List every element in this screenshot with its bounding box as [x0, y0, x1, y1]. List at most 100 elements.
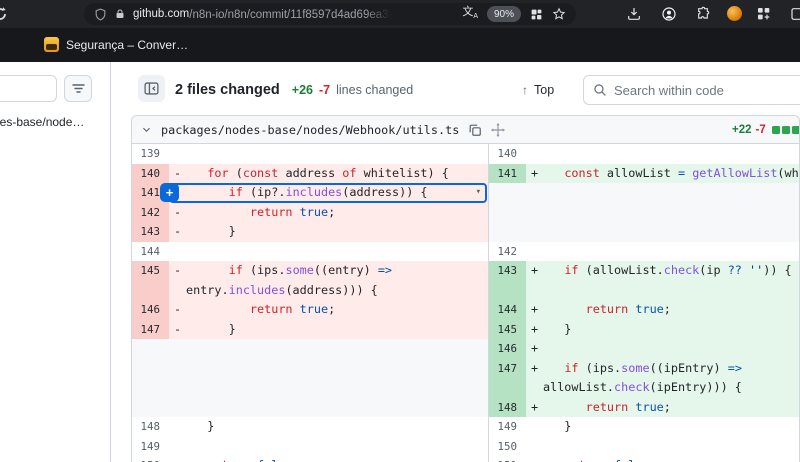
- zoom-level-badge[interactable]: 90%: [487, 6, 521, 22]
- translate-icon[interactable]: 文A: [462, 7, 478, 20]
- extension-logo-icon[interactable]: [727, 6, 742, 21]
- line-number[interactable]: 147: [489, 359, 526, 398]
- code-line[interactable]: [186, 242, 488, 262]
- line-number[interactable]: 139: [132, 144, 169, 164]
- github-page: les-base/node… 2 files changed +26 -7 li…: [0, 62, 800, 462]
- code-line[interactable]: if (ip?.includes(address)) {: [186, 183, 488, 203]
- code-line[interactable]: [543, 339, 799, 359]
- files-changed-count: 2 files changed: [175, 82, 280, 98]
- line-number[interactable]: 146: [132, 300, 169, 320]
- line-number[interactable]: 144: [132, 242, 169, 262]
- code-line[interactable]: }: [186, 222, 488, 242]
- diff-row-147: 147- }: [132, 320, 488, 340]
- file-stats: +22 -7: [732, 116, 800, 144]
- code-line[interactable]: [543, 242, 799, 262]
- line-number[interactable]: 150: [489, 437, 526, 457]
- add-comment-button[interactable]: +: [160, 183, 179, 202]
- line-number[interactable]: 142: [132, 203, 169, 223]
- line-number[interactable]: 143: [489, 261, 526, 300]
- line-number[interactable]: 148: [489, 398, 526, 418]
- code-line[interactable]: return true;: [543, 398, 799, 418]
- line-number[interactable]: 145: [489, 320, 526, 340]
- file-path[interactable]: packages/nodes-base/nodes/Webhook/utils.…: [161, 123, 459, 137]
- side-panel-icon[interactable]: [790, 6, 800, 22]
- filter-button[interactable]: [64, 75, 92, 102]
- file-tree-item[interactable]: les-base/node…: [0, 115, 84, 129]
- diff-row-143: 143- }: [132, 222, 488, 242]
- line-number[interactable]: 147: [132, 320, 169, 340]
- line-number[interactable]: 144: [489, 300, 526, 320]
- line-number[interactable]: 150: [132, 456, 169, 462]
- line-number[interactable]: 148: [132, 417, 169, 437]
- code-line[interactable]: if (allowList.check(ip ?? '')) {: [543, 261, 799, 300]
- diff-row-150: 150 return false;: [132, 456, 488, 462]
- apps-grid-plus-icon[interactable]: [756, 6, 772, 22]
- diff-row-151: 151 return false;: [489, 456, 799, 462]
- diffstat: [772, 126, 800, 134]
- diff-pane-right: 140141+ const allowList = getAllowList(w…: [489, 144, 799, 462]
- diff-marker: -: [169, 203, 186, 223]
- address-bar[interactable]: github.com /n8n-io/n8n/commit/11f8597d4a…: [84, 3, 576, 25]
- lock-icon[interactable]: [114, 8, 126, 20]
- back-to-top-link[interactable]: ↑ Top: [522, 83, 554, 97]
- extensions-puzzle-icon[interactable]: [696, 6, 712, 22]
- profile-icon[interactable]: [661, 6, 677, 22]
- code-line[interactable]: if (ips.some((entry) =>entry.includes(ad…: [186, 261, 488, 300]
- code-line[interactable]: [186, 144, 488, 164]
- code-line[interactable]: }: [543, 320, 799, 340]
- collapse-file-tree-button[interactable]: [138, 75, 165, 102]
- tab-groups-icon[interactable]: [530, 8, 543, 21]
- downloads-icon[interactable]: [626, 6, 642, 22]
- code-line[interactable]: if (ips.some((ipEntry) =>allowList.check…: [543, 359, 799, 398]
- line-number[interactable]: 142: [489, 242, 526, 262]
- screen: github.com /n8n-io/n8n/commit/11f8597d4a…: [0, 0, 800, 462]
- diff-marker: [526, 437, 543, 457]
- diff-marker: -: [169, 164, 186, 184]
- shield-icon[interactable]: [94, 8, 107, 21]
- code-line[interactable]: return true;: [543, 300, 799, 320]
- bookmark-star-icon[interactable]: [552, 7, 566, 21]
- code-line[interactable]: return false;: [543, 456, 799, 462]
- tab-title[interactable]: Segurança – Conver…: [66, 28, 188, 62]
- line-number[interactable]: 140: [489, 144, 526, 164]
- chevron-down-icon[interactable]: [141, 124, 152, 135]
- diff-row-141: 141 if (ip?.includes(address)) {+▾: [132, 183, 488, 203]
- code-line[interactable]: }: [186, 417, 488, 437]
- code-line[interactable]: return true;: [186, 203, 488, 223]
- line-number[interactable]: 140: [132, 164, 169, 184]
- diff-row-142: 142- return true;: [132, 203, 488, 223]
- line-number[interactable]: 151: [489, 456, 526, 462]
- diff-summary: 2 files changed +26 -7 lines changed: [175, 82, 413, 98]
- line-number[interactable]: 146: [489, 339, 526, 359]
- copy-path-icon[interactable]: [468, 123, 482, 137]
- file-deletions: -7: [756, 124, 766, 136]
- reload-icon[interactable]: [0, 5, 9, 23]
- code-line[interactable]: [543, 144, 799, 164]
- line-menu-caret[interactable]: ▾: [476, 183, 481, 203]
- code-line[interactable]: }: [543, 417, 799, 437]
- code-search-box[interactable]: [583, 75, 800, 105]
- code-line[interactable]: const allowList = getAllowList(whitelist…: [543, 164, 799, 184]
- diff-marker: +: [526, 164, 543, 184]
- code-line[interactable]: return true;: [186, 300, 488, 320]
- file-filter-input[interactable]: [0, 75, 57, 102]
- code-line[interactable]: }: [186, 320, 488, 340]
- code-line[interactable]: for (const address of whitelist) {: [186, 164, 488, 184]
- browser-tab-bar: Segurança – Conver…: [0, 28, 800, 62]
- side-panel-collapse-icon: [144, 81, 159, 96]
- diff-row-144: 144: [132, 242, 488, 262]
- filter-lines-icon: [72, 83, 85, 94]
- code-line[interactable]: return false;: [186, 456, 488, 462]
- line-number[interactable]: 145: [132, 261, 169, 300]
- diff-row-141: 141+ const allowList = getAllowList(whit…: [489, 164, 799, 184]
- search-within-code-input[interactable]: [614, 83, 800, 98]
- code-line[interactable]: [186, 437, 488, 457]
- line-number[interactable]: 141: [489, 164, 526, 184]
- drag-handle-icon[interactable]: [491, 123, 505, 137]
- line-number[interactable]: 149: [489, 417, 526, 437]
- diff-row-145: 145+ }: [489, 320, 799, 340]
- code-line[interactable]: [543, 437, 799, 457]
- line-number[interactable]: 149: [132, 437, 169, 457]
- line-number[interactable]: 143: [132, 222, 169, 242]
- diff-marker: [169, 437, 186, 457]
